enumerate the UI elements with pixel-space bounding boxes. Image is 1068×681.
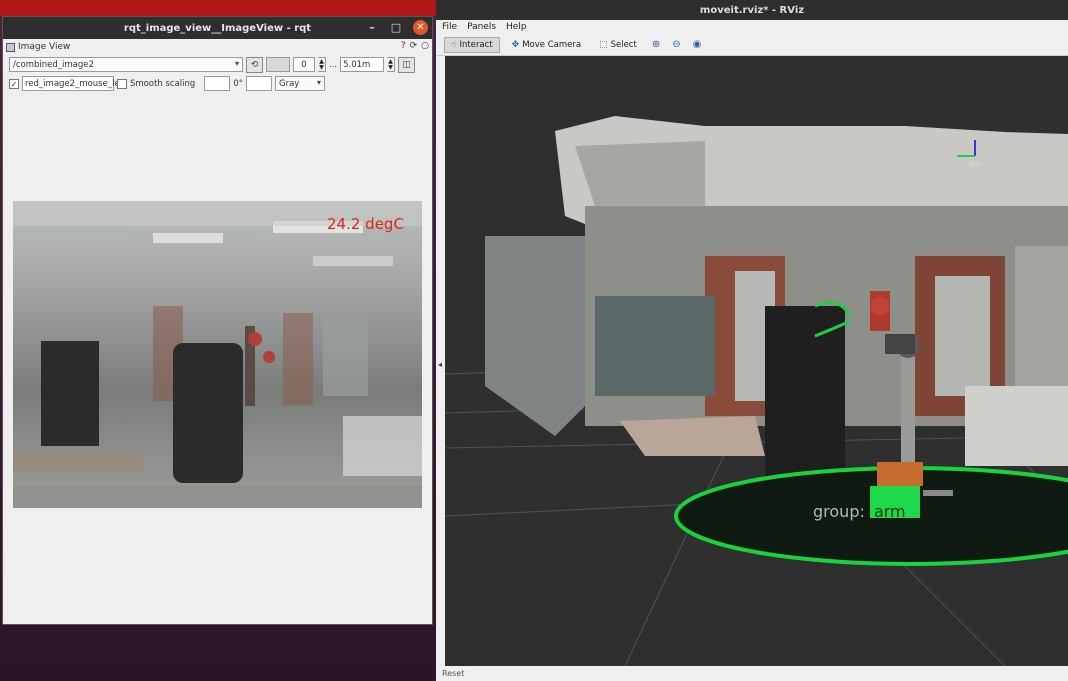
rviz-menubar: File Panels Help: [436, 20, 1068, 34]
pointer-icon: ☝: [451, 39, 457, 50]
plugin-title: Image View: [18, 42, 71, 52]
range-separator: ...: [329, 59, 338, 70]
temperature-overlay: 24.2 degC: [327, 215, 404, 233]
range-spinner[interactable]: ▲ ▼: [387, 57, 396, 72]
maximize-button[interactable]: □: [389, 21, 403, 34]
crosshair-icon: ⊕: [651, 39, 661, 50]
rotation-field[interactable]: [204, 76, 231, 91]
publish-point-button[interactable]: ◉: [690, 37, 705, 52]
value-spinner[interactable]: ▲ ▼: [318, 57, 326, 72]
smooth-scaling-checkbox[interactable]: [117, 78, 127, 89]
focus-camera-button[interactable]: ⊕: [649, 37, 663, 52]
topic-select[interactable]: /combined_image2 ▾: [9, 57, 243, 72]
rqt-window: rqt_image_view__ImageView - rqt – □ ✕ Im…: [2, 16, 433, 625]
rviz-3d-viewport[interactable]: tcp group: arm: [445, 56, 1068, 666]
topic-value: /combined_image2: [13, 59, 94, 70]
rotation-label: 0°: [233, 78, 243, 89]
range-field[interactable]: 5.01m: [340, 57, 385, 72]
rviz-status-bar: Reset: [436, 666, 1068, 681]
refresh-topics-button[interactable]: ⟲: [246, 56, 263, 73]
close-button[interactable]: ✕: [413, 20, 428, 35]
interact-label: Interact: [459, 39, 493, 50]
topic-toolbar: /combined_image2 ▾ ⟲ 0 ▲ ▼ ... 5.01m ▲ ▼ ◫: [3, 55, 432, 74]
rviz-window-title: moveit.rviz* - RViz: [699, 4, 805, 16]
move-camera-label: Move Camera: [522, 39, 582, 50]
select-icon: ⬚: [599, 39, 608, 50]
reset-button[interactable]: Reset: [442, 669, 464, 678]
zoom-field[interactable]: [266, 57, 290, 72]
side-panel-handle[interactable]: ◂: [438, 360, 442, 369]
select-tool-button[interactable]: ⬚ Select: [593, 38, 643, 52]
value-field[interactable]: 0: [293, 57, 315, 72]
planning-group-label: group: arm: [813, 502, 906, 521]
smooth-scaling-label: Smooth scaling: [130, 78, 196, 89]
rqt-title-bar[interactable]: rqt_image_view__ImageView - rqt – □ ✕: [3, 17, 432, 39]
rviz-toolbar: ☝ Interact ✥ Move Camera ⬚ Select ⊕ ⊖ ◉: [436, 34, 1068, 56]
plugin-icon: [6, 42, 15, 52]
colormap-select[interactable]: Gray ▾: [275, 76, 325, 91]
tf-axis-label: tcp: [970, 160, 982, 168]
move-camera-tool-button[interactable]: ✥ Move Camera: [506, 38, 587, 52]
help-icon[interactable]: ?: [401, 41, 406, 51]
minus-icon: ⊖: [672, 39, 681, 50]
target-icon: ◉: [692, 39, 702, 50]
menu-file[interactable]: File: [442, 22, 457, 32]
minimize-button[interactable]: –: [365, 21, 379, 34]
mouse-publish-checkbox[interactable]: ✓: [9, 78, 19, 89]
select-label: Select: [610, 39, 637, 50]
chevron-down-icon: ▾: [316, 78, 321, 87]
mouse-topic-field[interactable]: red_image2_mouse_left: [22, 76, 126, 91]
colormap-value: Gray: [279, 78, 300, 89]
plugin-header: Image View ? ⟳ ○: [3, 39, 432, 55]
options-toolbar: ✓ red_image2_mouse_left Smooth scaling 0…: [3, 74, 432, 93]
move-icon: ✥: [511, 39, 520, 50]
menu-help[interactable]: Help: [506, 22, 527, 32]
group-name: arm: [873, 502, 906, 521]
camera-image-view[interactable]: 24.2 degC: [13, 201, 422, 508]
group-label-prefix: group:: [813, 502, 865, 521]
rviz-title-bar[interactable]: moveit.rviz* - RViz: [436, 0, 1068, 20]
rviz-window: moveit.rviz* - RViz File Panels Help ☝ I…: [436, 0, 1068, 681]
reload-icon[interactable]: ⟳: [410, 41, 418, 51]
interact-tool-button[interactable]: ☝ Interact: [444, 36, 500, 53]
chevron-down-icon: ▾: [234, 59, 239, 68]
menu-panels[interactable]: Panels: [467, 22, 496, 32]
rqt-window-title: rqt_image_view__ImageView - rqt: [123, 22, 312, 34]
save-image-button[interactable]: ◫: [398, 56, 416, 73]
close-plugin-icon[interactable]: ○: [421, 41, 429, 51]
camera-image-scene: [13, 201, 422, 508]
colormap-blank-field[interactable]: [246, 76, 272, 91]
measure-button[interactable]: ⊖: [669, 37, 683, 52]
viewport-scene: [445, 116, 1068, 666]
